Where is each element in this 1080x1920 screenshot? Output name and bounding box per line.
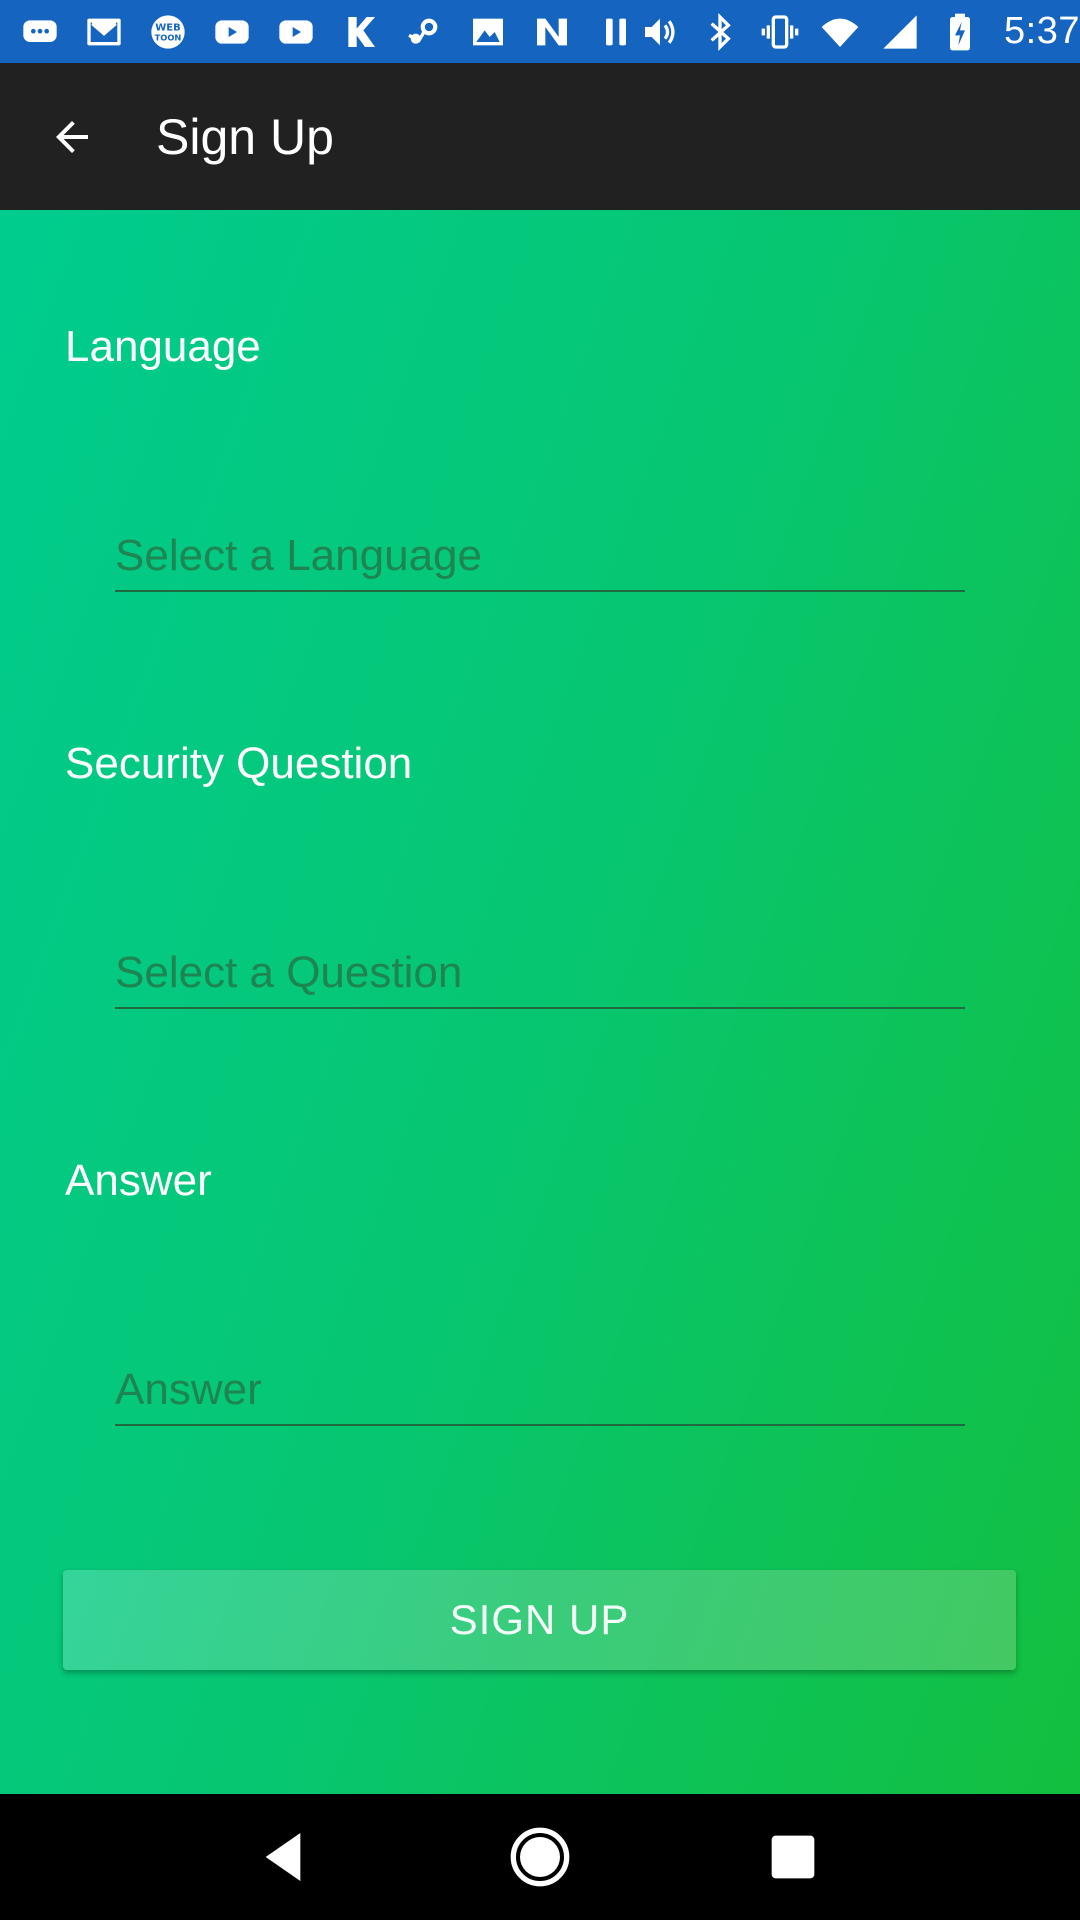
page-title: Sign Up [156,108,334,165]
app-bar: Sign Up [0,63,1080,210]
volume-icon [638,10,682,54]
bluetooth-icon [698,10,742,54]
system-icons: 5:37 [638,10,1080,54]
vibrate-icon [758,10,802,54]
youtube-icon [210,10,254,54]
status-bar: WEB TOON 5:37 [0,0,1080,63]
triangle-back-icon [265,1833,300,1881]
answer-label: Answer [65,1156,212,1205]
answer-input[interactable] [115,1356,965,1426]
wifi-icon [818,10,862,54]
k-icon [338,10,382,54]
battery-charging-icon [938,10,982,54]
back-button[interactable] [32,97,112,177]
language-label: Language [65,322,261,371]
nav-home-button[interactable] [495,1812,585,1902]
n-icon [530,10,574,54]
navigation-bar [0,1794,1080,1920]
arrow-back-icon [56,120,88,153]
security-question-select-input[interactable] [115,939,965,1009]
sign-up-button[interactable]: SIGN UP [63,1570,1016,1670]
nav-recents-button[interactable] [748,1812,838,1902]
steam-icon [402,10,446,54]
chat-icon [18,10,62,54]
clock: 5:37 [1004,10,1080,52]
svg-text:TOON: TOON [155,32,182,42]
signup-form: Language Security Question Answer SIGN U… [0,210,1080,1794]
notification-icons: WEB TOON [18,10,638,54]
webtoon-icon: WEB TOON [146,10,190,54]
image-icon [466,10,510,54]
nav-back-button[interactable] [242,1812,332,1902]
square-recents-icon [771,1835,815,1879]
security-question-label: Security Question [65,739,413,788]
signal-icon [878,10,922,54]
circle-home-icon [510,1827,570,1887]
language-select-input[interactable] [115,522,965,592]
youtube-icon [274,10,318,54]
gmail-icon [82,10,126,54]
pause-icon [594,10,638,54]
